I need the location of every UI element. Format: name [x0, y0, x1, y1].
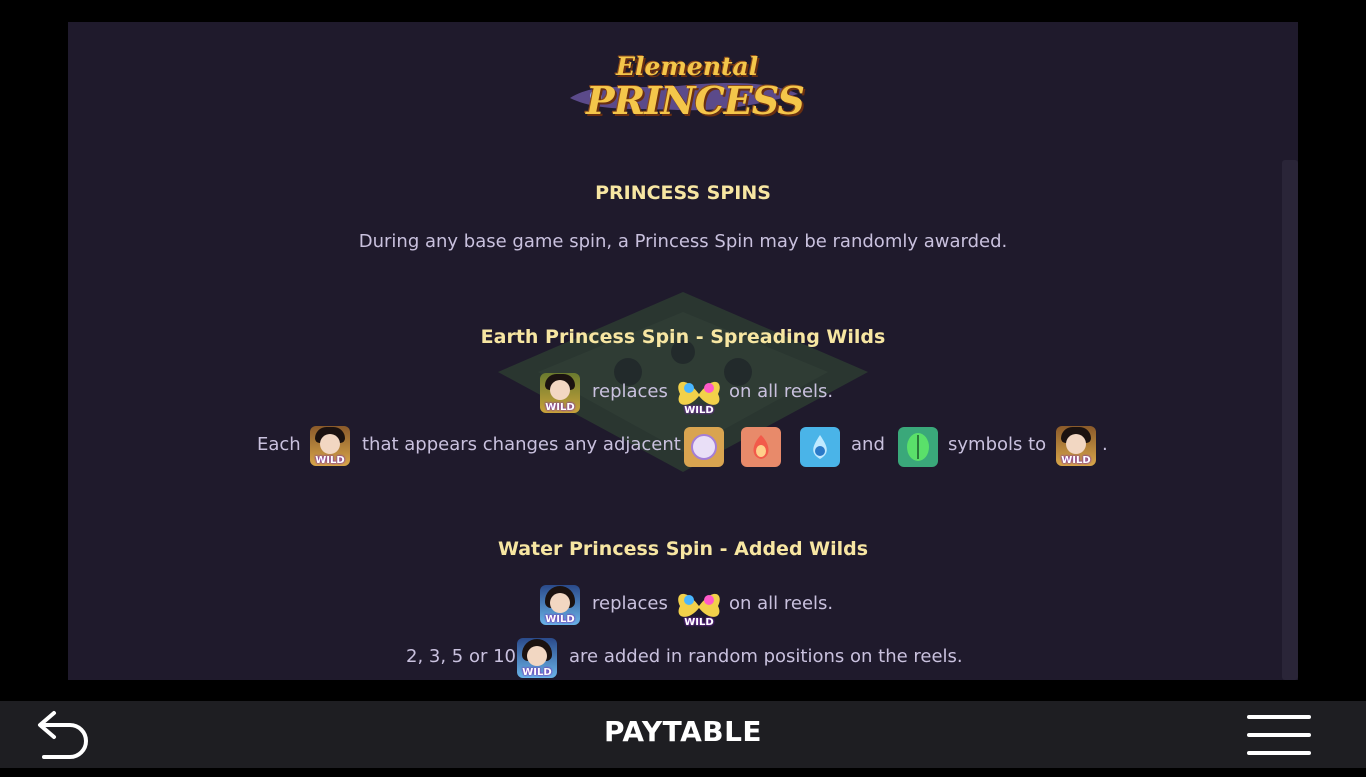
- water-on-all-reels-text: on all reels.: [729, 593, 834, 614]
- butterfly-wild-icon: WILD: [674, 372, 724, 416]
- water-counts-text: 2, 3, 5 or 10: [406, 646, 517, 667]
- princess-spins-text: During any base game spin, a Princess Sp…: [358, 231, 1008, 252]
- earth-on-all-reels-text: on all reels.: [729, 381, 834, 402]
- earth-wild-icon: WILD: [310, 426, 350, 466]
- butterfly-wild-icon: WILD: [674, 584, 724, 628]
- menu-button[interactable]: [1247, 715, 1311, 757]
- moon-symbol-icon: [684, 427, 724, 467]
- bottom-bar: PAYTABLE: [0, 701, 1366, 768]
- water-added-text: are added in random positions on the ree…: [569, 646, 963, 667]
- water-wild-icon: WILD: [540, 585, 580, 625]
- water-drop-symbol-icon: [800, 427, 840, 467]
- fire-symbol-icon: [741, 427, 781, 467]
- earth-heading: Earth Princess Spin - Spreading Wilds: [480, 326, 886, 348]
- logo-line1: Elemental: [616, 52, 759, 81]
- princess-spins-heading: PRINCESS SPINS: [595, 182, 771, 204]
- earth-replaces-text: replaces: [592, 381, 668, 402]
- water-wild-icon: WILD: [517, 638, 557, 678]
- game-logo: Elemental PRINCESS: [568, 50, 805, 126]
- earth-symbols-to-text: symbols to: [948, 434, 1047, 455]
- earth-and-text: and: [851, 434, 885, 455]
- earth-wild-icon: WILD: [540, 373, 580, 413]
- water-heading: Water Princess Spin - Added Wilds: [497, 538, 869, 560]
- earth-wild-icon: WILD: [1056, 426, 1096, 466]
- hamburger-menu-icon: [1247, 715, 1311, 719]
- leaf-symbol-icon: [898, 427, 938, 467]
- paytable-panel: Elemental PRINCESS PRINCESS SPINS During…: [68, 22, 1298, 680]
- earth-period-text: .: [1102, 434, 1108, 455]
- earth-each-text: Each: [257, 434, 301, 455]
- page-title: PAYTABLE: [603, 715, 763, 748]
- earth-that-appears-text: that appears changes any adjacent: [362, 434, 681, 455]
- water-replaces-text: replaces: [592, 593, 668, 614]
- scrollbar[interactable]: [1282, 160, 1298, 680]
- logo-line2: PRINCESS: [586, 78, 805, 123]
